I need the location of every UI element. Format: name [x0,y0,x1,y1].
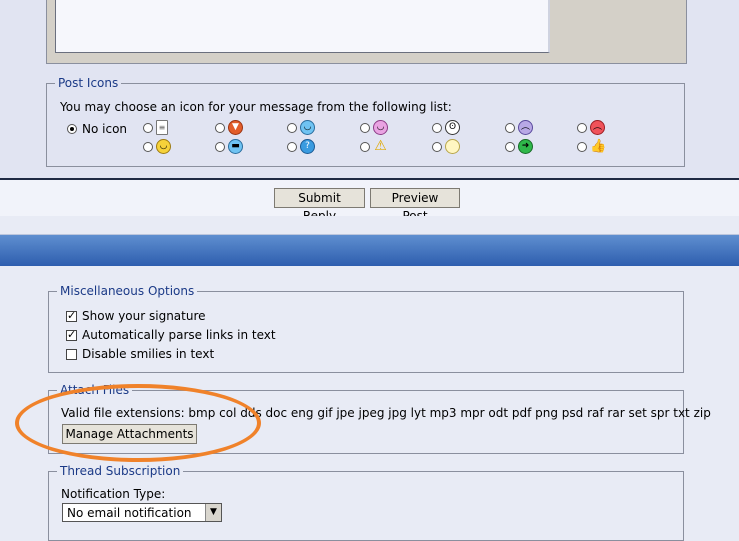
spacer [0,216,739,234]
question-icon: ? [300,139,315,154]
section-header-bar [0,234,739,267]
sad-icon: ︵ [518,120,533,135]
icon-radio[interactable] [505,141,515,152]
icon-option-arrow-right[interactable]: ➜ [505,139,533,154]
yellow-smile-icon: ◡ [156,139,171,154]
post-icons-legend: Post Icons [55,76,122,90]
arrow-right-icon: ➜ [518,139,533,154]
icon-option-sad[interactable]: ︵ [505,120,533,135]
sunglasses-icon: ▬ [228,139,243,154]
icon-option-yellow-smile[interactable]: ◡ [143,139,171,154]
thread-subscription-fieldset: Thread Subscription Notification Type: N… [48,464,684,541]
parse-links-label: Automatically parse links in text [82,328,276,342]
valid-extensions-text: Valid file extensions: bmp col dds doc e… [61,406,711,420]
icon-option-purple-smile[interactable]: ◡ [360,120,388,135]
icon-radio[interactable] [432,122,442,133]
icon-radio[interactable] [143,141,153,152]
icon-radio[interactable] [287,141,297,152]
icon-radio[interactable] [143,122,153,133]
lightbulb-icon [445,139,460,154]
show-signature-option[interactable]: Show your signature [66,309,206,323]
editor-area: Post Icons You may choose an icon for yo… [0,0,739,178]
icon-option-thumbs-down[interactable]: ▼ [215,120,243,135]
icon-radio[interactable] [287,122,297,133]
icon-option-thumbs-up[interactable]: 👍 [577,139,607,154]
show-signature-label: Show your signature [82,309,206,323]
icon-radio[interactable] [360,141,370,152]
icon-option-grin[interactable]: ʘ [432,120,460,135]
parse-links-option[interactable]: Automatically parse links in text [66,328,276,342]
submit-bar: Submit Reply Preview Post [0,180,739,223]
smile-icon: ◡ [300,120,315,135]
disable-smilies-option[interactable]: Disable smilies in text [66,347,214,361]
notification-type-value: No email notification [67,505,192,520]
document-icon: ≡ [156,120,168,135]
chevron-down-icon[interactable]: ▼ [205,504,221,521]
disable-smilies-checkbox[interactable] [66,348,77,360]
no-icon-label: No icon [82,122,128,136]
show-signature-checkbox[interactable] [66,309,77,322]
icon-option-warning[interactable]: ⚠ [360,139,388,154]
manage-attachments-button[interactable]: Manage Attachments [62,424,197,444]
misc-options-fieldset: Miscellaneous Options Show your signatur… [48,284,684,373]
no-icon-option[interactable]: No icon [67,122,127,136]
icon-radio[interactable] [577,122,587,133]
thumbs-up-icon: 👍 [590,139,607,154]
icon-option-document[interactable]: ≡ [143,120,168,135]
icon-option-angry[interactable]: ︵ [577,120,605,135]
message-textarea[interactable] [55,0,550,53]
thread-subscription-legend: Thread Subscription [57,464,184,478]
icon-option-smile[interactable]: ◡ [287,120,315,135]
icon-option-question[interactable]: ? [287,139,315,154]
icon-radio[interactable] [577,141,587,152]
purple-smile-icon: ◡ [373,120,388,135]
attach-files-legend: Attach Files [57,383,133,397]
submit-reply-button[interactable]: Submit Reply [274,188,365,223]
parse-links-checkbox[interactable] [66,328,77,341]
icon-option-sunglasses[interactable]: ▬ [215,139,243,154]
post-icons-fieldset: Post Icons You may choose an icon for yo… [46,76,685,167]
warning-icon: ⚠ [374,138,387,154]
no-icon-radio[interactable] [67,124,77,134]
icon-radio[interactable] [505,122,515,133]
notification-type-select[interactable]: No email notification ▼ [62,503,222,522]
icon-radio[interactable] [215,141,225,152]
angry-icon: ︵ [590,120,605,135]
attach-files-fieldset: Attach Files Valid file extensions: bmp … [48,383,711,454]
icon-radio[interactable] [432,141,442,152]
post-icons-instruction: You may choose an icon for your message … [60,100,452,114]
editor-frame [46,0,687,64]
grin-icon: ʘ [445,120,460,135]
preview-post-button[interactable]: Preview Post [370,188,460,223]
icon-radio[interactable] [360,122,370,133]
icon-option-lightbulb[interactable] [432,139,460,154]
disable-smilies-label: Disable smilies in text [82,347,215,361]
notification-type-label: Notification Type: [61,487,166,501]
thumbs-down-icon: ▼ [228,120,243,135]
icon-radio[interactable] [215,122,225,133]
misc-options-legend: Miscellaneous Options [57,284,198,298]
